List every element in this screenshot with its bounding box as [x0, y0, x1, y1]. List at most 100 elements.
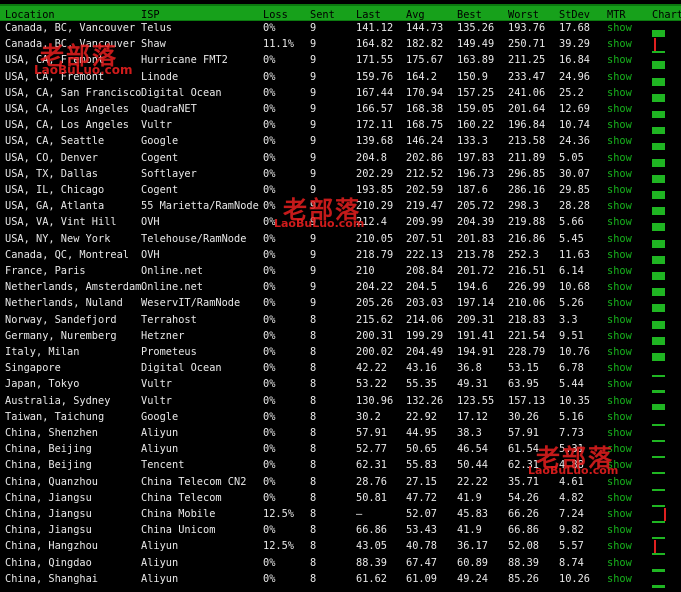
sent-cell: 8 [310, 443, 317, 456]
mtr-show-link[interactable]: show [607, 573, 632, 585]
table-row: Singapore Digital Ocean 0% 8 42.22 43.16 36.8 5… [0, 361, 681, 378]
mtr-show-link[interactable]: show [607, 524, 632, 536]
location-cell: USA, CA, Seattle [5, 135, 105, 148]
last-cell: 57.91 [356, 427, 387, 439]
mtr-show-link[interactable]: show [607, 168, 632, 180]
mtr-show-link[interactable]: show [607, 233, 632, 245]
mtr-show-link[interactable]: show [607, 135, 632, 147]
avg-cell: 175.67 [406, 54, 444, 67]
mtr-show-link[interactable]: show [607, 22, 632, 34]
mtr-show-link[interactable]: show [607, 249, 632, 261]
latency-chart [652, 37, 680, 54]
location-cell: China, Jiangsu [5, 491, 92, 504]
mtr-show-link[interactable]: show [607, 119, 632, 131]
last-cell: 204.22 [356, 281, 394, 294]
mtr-show-link[interactable]: show [607, 476, 632, 488]
avg-cell: 168.38 [406, 103, 444, 115]
isp-cell: Cogent [141, 184, 179, 196]
latency-chart [652, 183, 680, 199]
mtr-show-link[interactable]: show [607, 152, 632, 164]
isp-cell: 55 Marietta/RamNode [141, 200, 259, 213]
last-cell: 166.57 [356, 103, 394, 115]
worst-cell: 211.25 [508, 54, 546, 67]
mtr-show-link[interactable]: show [607, 378, 632, 390]
location-cell: China, Qingdao [5, 556, 92, 569]
mtr-show-link[interactable]: show [607, 200, 632, 212]
best-cell: 163.89 [457, 54, 495, 67]
avg-cell: 43.16 [406, 362, 437, 375]
avg-cell: 50.65 [406, 443, 437, 456]
latency-chart [652, 296, 680, 313]
loss-cell: 0% [263, 54, 276, 67]
mtr-show-link[interactable]: show [607, 54, 632, 66]
loss-cell: 0% [263, 265, 276, 277]
best-cell: 150.9 [457, 70, 488, 83]
watermark-url: LaoBuLuo.com [274, 217, 365, 230]
last-cell: 50.81 [356, 491, 387, 504]
mtr-show-link[interactable]: show [607, 411, 632, 423]
sent-cell: 9 [310, 135, 317, 148]
table-row: Netherlands, Amsterdam Online.net 0% 9 204.2… [0, 280, 681, 297]
worst-cell: 196.84 [508, 119, 546, 132]
sent-cell: 9 [310, 232, 317, 245]
mtr-show-link[interactable]: show [607, 71, 632, 83]
best-cell: 36.17 [457, 540, 488, 553]
last-cell: 193.85 [356, 184, 394, 196]
location-cell: USA, NY, New York [5, 232, 111, 245]
packet-loss-spike [664, 508, 666, 521]
mtr-show-link[interactable]: show [607, 395, 632, 407]
latency-chart [652, 199, 680, 216]
mtr-show-link[interactable]: show [607, 540, 632, 552]
mtr-show-link[interactable]: show [607, 265, 632, 277]
mtr-show-link[interactable]: show [607, 38, 632, 50]
stdev-cell: 3.3 [559, 313, 578, 326]
isp-cell: WeservIT/RamNode [141, 297, 241, 310]
last-cell: 204.8 [356, 151, 387, 164]
avg-cell: 40.78 [406, 540, 437, 553]
mtr-show-link[interactable]: show [607, 330, 632, 342]
stdev-cell: 30.07 [559, 167, 590, 180]
loss-cell: 0% [263, 459, 276, 472]
mtr-show-link[interactable]: show [607, 557, 632, 569]
mtr-show-link[interactable]: show [607, 103, 632, 115]
isp-cell: China Telecom CN2 [141, 475, 247, 488]
last-cell: 167.44 [356, 86, 394, 99]
mtr-show-link[interactable]: show [607, 492, 632, 504]
latency-chart [652, 377, 680, 394]
mtr-show-link[interactable]: show [607, 314, 632, 326]
worst-cell: 66.26 [508, 508, 539, 520]
best-cell: 41.9 [457, 491, 482, 504]
last-cell: 43.05 [356, 540, 387, 553]
best-cell: 41.9 [457, 524, 482, 537]
mtr-show-link[interactable]: show [607, 184, 632, 196]
worst-cell: 286.16 [508, 184, 546, 196]
last-cell: 215.62 [356, 313, 394, 326]
loss-cell: 0% [263, 394, 276, 407]
col-location-header: Location [5, 9, 55, 21]
mtr-show-link[interactable]: show [607, 508, 632, 520]
isp-cell: Vultr [141, 378, 172, 391]
latency-chart [652, 523, 680, 540]
mtr-show-link[interactable]: show [607, 346, 632, 358]
isp-cell: Cogent [141, 151, 179, 164]
worst-cell: 88.39 [508, 556, 539, 569]
mtr-show-link[interactable]: show [607, 216, 632, 228]
best-cell: 135.26 [457, 22, 495, 34]
sent-cell: 8 [310, 394, 317, 407]
avg-cell: 53.43 [406, 524, 437, 537]
mtr-show-link[interactable]: show [607, 281, 632, 293]
mtr-show-link[interactable]: show [607, 297, 632, 309]
table-row: USA, CA, San Francisco Digital Ocean 0% 9 16… [0, 86, 681, 102]
stdev-cell: 10.74 [559, 119, 590, 132]
latency-chart [652, 167, 680, 183]
mtr-show-link[interactable]: show [607, 87, 632, 99]
best-cell: 149.49 [457, 38, 495, 51]
stdev-cell: 5.57 [559, 540, 584, 553]
stdev-cell: 4.82 [559, 491, 584, 504]
packet-loss-spike [654, 540, 656, 554]
loss-cell: 0% [263, 281, 276, 294]
mtr-show-link[interactable]: show [607, 362, 632, 374]
col-isp-header: ISP [141, 9, 160, 21]
table-row: Italy, Milan Prometeus 0% 8 200.02 204.49 194.… [0, 345, 681, 361]
stdev-cell: 7.24 [559, 508, 584, 520]
